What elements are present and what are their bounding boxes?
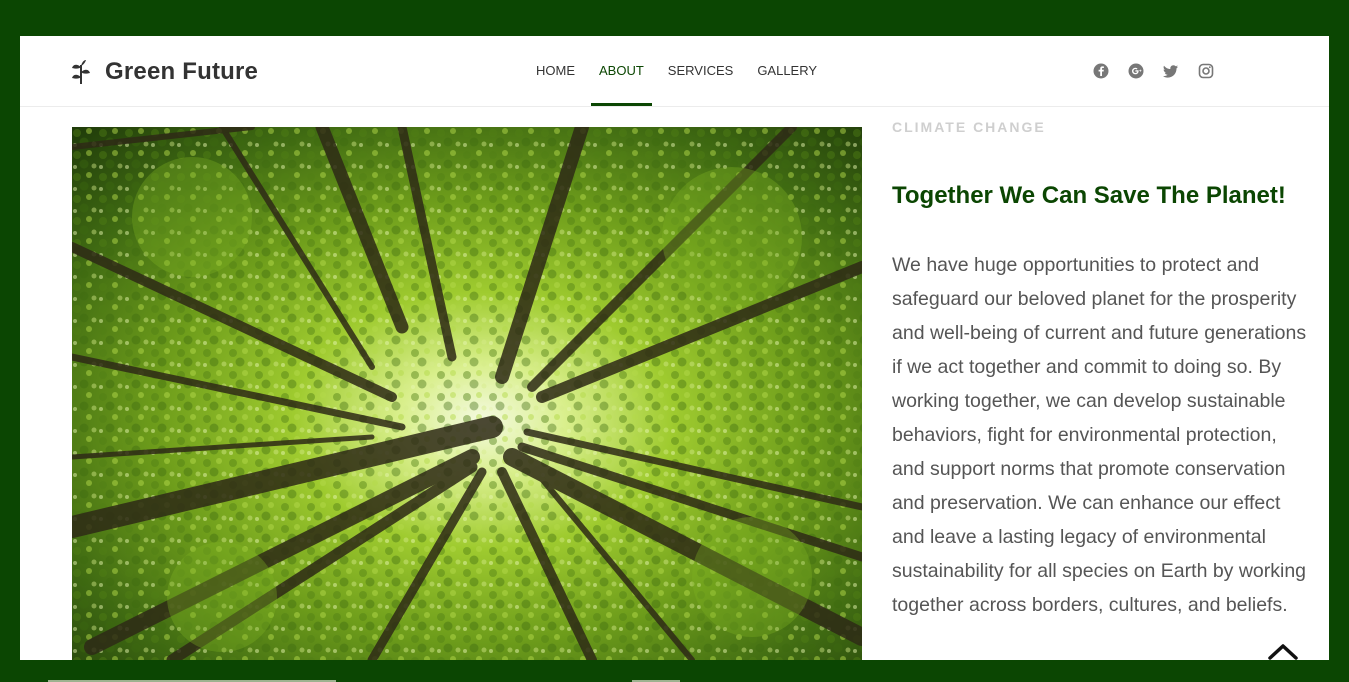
- hero-image: [72, 127, 862, 660]
- brand[interactable]: Green Future: [70, 58, 258, 86]
- nav-item-services[interactable]: SERVICES: [658, 36, 744, 106]
- main-nav: HOME ABOUT SERVICES GALLERY: [526, 36, 831, 106]
- facebook-icon[interactable]: [1093, 63, 1109, 79]
- section-eyebrow: CLIMATE CHANGE: [892, 119, 1046, 135]
- nav-item-gallery[interactable]: GALLERY: [747, 36, 827, 106]
- section-body: We have huge opportunities to protect an…: [892, 254, 1307, 616]
- site-header: Green Future HOME ABOUT SERVICES GALLERY: [20, 36, 1329, 107]
- sprout-icon: [72, 60, 90, 84]
- social-links: [1093, 63, 1233, 79]
- page-frame: Green Future HOME ABOUT SERVICES GALLERY: [20, 36, 1329, 660]
- section-headline: Together We Can Save The Planet!: [892, 182, 1286, 209]
- nav-item-home[interactable]: HOME: [526, 36, 585, 106]
- google-plus-icon[interactable]: [1128, 63, 1144, 79]
- forest-canopy-photo: [72, 127, 862, 660]
- about-section: CLIMATE CHANGE Together We Can Save The …: [892, 116, 1312, 622]
- twitter-icon[interactable]: [1163, 63, 1179, 79]
- nav-item-about[interactable]: ABOUT: [589, 36, 654, 106]
- instagram-icon[interactable]: [1198, 63, 1214, 79]
- chevron-up-icon[interactable]: [1267, 640, 1299, 660]
- brand-name: Green Future: [105, 58, 259, 85]
